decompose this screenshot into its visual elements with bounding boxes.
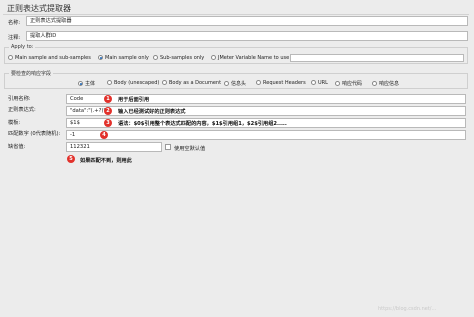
- regex-label: 正则表达式:: [8, 107, 36, 113]
- annotation-badge-4: 4: [100, 131, 108, 139]
- apply-main-and-sub-radio[interactable]: Main sample and sub-samples: [8, 55, 91, 61]
- annotation-note-5: 如果匹配不到，则用此: [80, 158, 132, 164]
- apply-variable-label: JMeter Variable Name to use: [218, 55, 290, 61]
- field-body-unescaped-radio[interactable]: Body (unescaped): [107, 80, 159, 86]
- apply-to-legend: Apply to:: [9, 44, 36, 50]
- annotation-badge-5: 5: [67, 155, 75, 163]
- field-body-document-radio[interactable]: Body as a Document: [162, 80, 221, 86]
- field-response-message-radio[interactable]: 响应信息: [372, 80, 399, 87]
- radio-icon: [153, 55, 158, 60]
- match-number-label: 匹配数字 (0代表随机):: [8, 131, 61, 137]
- page-title: 正则表达式提取器: [7, 4, 71, 13]
- annotation-note-1: 用于后面引用: [118, 97, 150, 103]
- annotation-badge-1: 1: [104, 95, 112, 103]
- title-divider: [3, 14, 469, 15]
- radio-selected-icon: [78, 81, 83, 86]
- radio-selected-icon: [98, 55, 103, 60]
- annotation-badge-2: 2: [104, 107, 112, 115]
- radio-icon: [372, 81, 377, 86]
- empty-default-label: 使用空默认值: [174, 146, 206, 152]
- field-headers-radio[interactable]: 信息头: [224, 80, 246, 87]
- field-request-headers-label: Request Headers: [263, 80, 306, 86]
- annotation-note-2: 输入已经测试好的正则表达式: [118, 109, 186, 115]
- radio-icon: [8, 55, 13, 60]
- comment-field[interactable]: 提取人群ID: [26, 31, 468, 41]
- apply-main-only-radio[interactable]: Main sample only: [98, 55, 149, 61]
- radio-icon: [224, 81, 229, 86]
- field-to-check-legend: 要检查的响应字段: [9, 70, 54, 77]
- radio-icon: [211, 55, 216, 60]
- default-value-label: 缺省值:: [8, 144, 26, 150]
- field-body-document-label: Body as a Document: [169, 80, 222, 86]
- field-request-headers-radio[interactable]: Request Headers: [256, 80, 306, 86]
- field-body-label: 主体: [85, 81, 96, 87]
- reference-name-label: 引用名称:: [8, 96, 31, 102]
- radio-icon: [311, 80, 316, 85]
- name-label: 名称:: [8, 20, 21, 26]
- field-url-label: URL: [318, 80, 328, 86]
- apply-variable-radio[interactable]: JMeter Variable Name to use: [211, 55, 289, 61]
- field-response-message-label: 响应信息: [379, 81, 400, 87]
- default-value-field[interactable]: 112321: [66, 142, 162, 152]
- annotation-note-3: 语法：$0$引用整个表达式匹配的内容，$1$引用组1，$2$引用组2.....: [118, 121, 287, 127]
- radio-icon: [335, 81, 340, 86]
- empty-default-checkbox[interactable]: [165, 144, 171, 150]
- field-response-code-label: 响应代码: [342, 81, 363, 87]
- field-url-radio[interactable]: URL: [311, 80, 328, 86]
- match-number-field[interactable]: -1: [66, 130, 466, 140]
- template-label: 模板:: [8, 120, 21, 126]
- field-body-unescaped-label: Body (unescaped): [114, 80, 160, 86]
- field-response-code-radio[interactable]: 响应代码: [335, 80, 362, 87]
- radio-icon: [256, 80, 261, 85]
- watermark-text: https://blog.csdn.net/...: [378, 306, 437, 312]
- apply-main-and-sub-label: Main sample and sub-samples: [15, 55, 91, 61]
- name-field[interactable]: 正则表达式提取器: [26, 16, 468, 26]
- jmeter-variable-input[interactable]: [290, 54, 464, 62]
- field-headers-label: 信息头: [231, 81, 247, 87]
- radio-icon: [107, 80, 112, 85]
- radio-icon: [162, 80, 167, 85]
- apply-main-only-label: Main sample only: [105, 55, 149, 61]
- field-body-radio[interactable]: 主体: [78, 80, 95, 87]
- apply-sub-only-radio[interactable]: Sub-samples only: [153, 55, 204, 61]
- apply-sub-only-label: Sub-samples only: [160, 55, 205, 61]
- annotation-badge-3: 3: [104, 119, 112, 127]
- comment-label: 注释:: [8, 35, 21, 41]
